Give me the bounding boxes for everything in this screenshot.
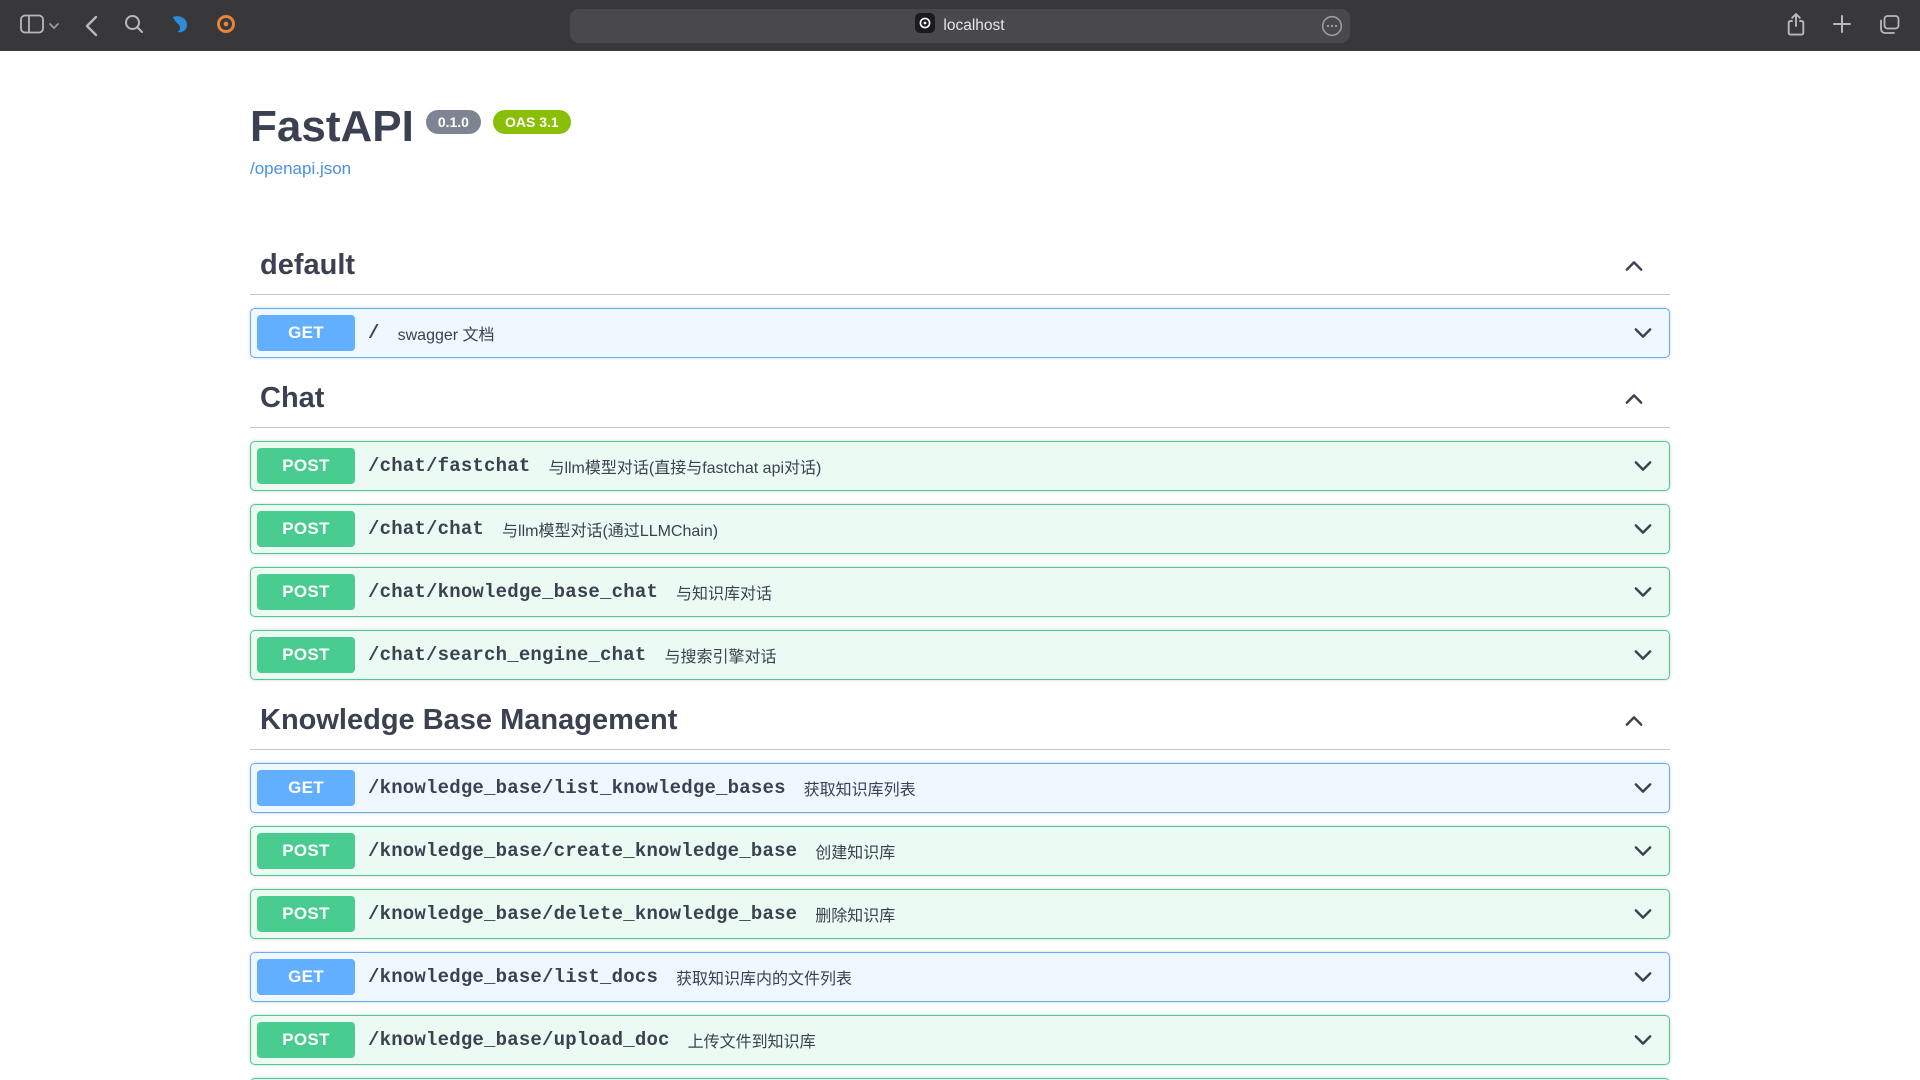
endpoint-description: 获取知识库列表 xyxy=(804,776,1631,800)
endpoint-description: swagger 文档 xyxy=(398,321,1631,345)
browser-toolbar: localhost xyxy=(0,0,1920,51)
endpoint-path: /knowledge_base/upload_doc xyxy=(368,1029,670,1051)
chevron-down-icon[interactable] xyxy=(1631,454,1655,478)
share-icon xyxy=(1786,12,1806,40)
http-method-badge: GET xyxy=(257,770,355,806)
endpoint-path: /chat/fastchat xyxy=(368,455,530,477)
page-title: FastAPI xyxy=(250,103,414,151)
search-icon xyxy=(124,14,144,37)
tag-section-knowledge-base: Knowledge Base Management GET /knowledge… xyxy=(250,694,1670,1080)
http-method-badge: POST xyxy=(257,448,355,484)
operation-row[interactable]: GET /knowledge_base/list_knowledge_bases… xyxy=(250,763,1670,813)
chevron-down-icon[interactable] xyxy=(1631,580,1655,604)
operation-row[interactable]: POST /knowledge_base/delete_knowledge_ba… xyxy=(250,889,1670,939)
endpoint-description: 与搜索引擎对话 xyxy=(664,643,1631,667)
http-method-badge: POST xyxy=(257,833,355,869)
chevron-down-icon[interactable] xyxy=(1631,839,1655,863)
plus-icon xyxy=(1832,14,1852,37)
chevron-down-icon[interactable] xyxy=(1631,902,1655,926)
share-button[interactable] xyxy=(1786,12,1806,40)
address-text: localhost xyxy=(943,17,1004,35)
api-info: FastAPI 0.1.0 OAS 3.1 /openapi.json xyxy=(250,103,1670,179)
operation-row[interactable]: POST /knowledge_base/create_knowledge_ba… xyxy=(250,826,1670,876)
http-method-badge: POST xyxy=(257,1022,355,1058)
tab-overview-button[interactable] xyxy=(1878,14,1900,38)
tag-section-chat: Chat POST /chat/fastchat 与llm模型对话(直接与fas… xyxy=(250,372,1670,680)
endpoint-path: /chat/chat xyxy=(368,518,484,540)
chevron-up-icon[interactable] xyxy=(1622,254,1646,278)
new-tab-button[interactable] xyxy=(1832,14,1852,37)
tag-header-default[interactable]: default xyxy=(250,239,1670,295)
chevron-down-icon[interactable] xyxy=(1631,965,1655,989)
extension-blue-icon xyxy=(170,14,190,37)
chevron-down-icon xyxy=(49,18,59,33)
endpoint-path: /chat/search_engine_chat xyxy=(368,644,646,666)
endpoint-description: 与llm模型对话(通过LLMChain) xyxy=(502,517,1631,541)
chevron-down-icon[interactable] xyxy=(1631,1028,1655,1052)
endpoint-path: / xyxy=(368,322,380,344)
http-method-badge: POST xyxy=(257,637,355,673)
extension-target-icon xyxy=(216,14,236,37)
http-method-badge: GET xyxy=(257,315,355,351)
chevron-up-icon[interactable] xyxy=(1622,709,1646,733)
sidebar-toggle-button[interactable] xyxy=(20,14,59,37)
chevron-down-icon[interactable] xyxy=(1631,517,1655,541)
endpoint-path: /knowledge_base/delete_knowledge_base xyxy=(368,903,797,925)
endpoint-description: 获取知识库内的文件列表 xyxy=(676,965,1631,989)
operation-row[interactable]: GET /knowledge_base/list_docs 获取知识库内的文件列… xyxy=(250,952,1670,1002)
chevron-down-icon[interactable] xyxy=(1631,643,1655,667)
endpoint-description: 与llm模型对话(直接与fastchat api对话) xyxy=(548,454,1631,478)
back-button[interactable] xyxy=(85,15,98,37)
http-method-badge: GET xyxy=(257,959,355,995)
chevron-up-icon[interactable] xyxy=(1622,387,1646,411)
endpoint-description: 删除知识库 xyxy=(815,902,1631,926)
operation-row[interactable]: POST /chat/fastchat 与llm模型对话(直接与fastchat… xyxy=(250,441,1670,491)
tag-header-knowledge-base[interactable]: Knowledge Base Management xyxy=(250,694,1670,750)
page-menu-icon[interactable] xyxy=(1321,15,1343,37)
endpoint-path: /knowledge_base/list_docs xyxy=(368,966,658,988)
oas-badge: OAS 3.1 xyxy=(493,110,571,134)
endpoint-description: 上传文件到知识库 xyxy=(688,1028,1631,1052)
http-method-badge: POST xyxy=(257,896,355,932)
tag-name: default xyxy=(260,249,355,282)
tag-section-default: default GET / swagger 文档 xyxy=(250,239,1670,358)
http-method-badge: POST xyxy=(257,574,355,610)
endpoint-path: /knowledge_base/create_knowledge_base xyxy=(368,840,797,862)
http-method-badge: POST xyxy=(257,511,355,547)
swagger-page: FastAPI 0.1.0 OAS 3.1 /openapi.json defa… xyxy=(0,51,1920,1080)
operation-row[interactable]: POST /chat/search_engine_chat 与搜索引擎对话 xyxy=(250,630,1670,680)
extension-blue-button[interactable] xyxy=(170,14,190,37)
tag-header-chat[interactable]: Chat xyxy=(250,372,1670,428)
openapi-spec-link[interactable]: /openapi.json xyxy=(250,159,351,179)
site-favicon xyxy=(915,13,935,38)
endpoint-path: /chat/knowledge_base_chat xyxy=(368,581,658,603)
endpoint-description: 创建知识库 xyxy=(815,839,1631,863)
chevron-down-icon[interactable] xyxy=(1631,321,1655,345)
search-button[interactable] xyxy=(124,14,144,37)
version-badge: 0.1.0 xyxy=(426,110,481,134)
extension-target-button[interactable] xyxy=(216,14,236,37)
address-bar[interactable]: localhost xyxy=(570,9,1350,43)
tag-name: Knowledge Base Management xyxy=(260,704,677,737)
operation-row[interactable]: POST /knowledge_base/upload_doc 上传文件到知识库 xyxy=(250,1015,1670,1065)
tab-overview-icon xyxy=(1878,14,1900,38)
tag-name: Chat xyxy=(260,382,324,415)
sidebar-icon xyxy=(20,14,44,37)
endpoint-path: /knowledge_base/list_knowledge_bases xyxy=(368,777,786,799)
operation-row[interactable]: POST /chat/chat 与llm模型对话(通过LLMChain) xyxy=(250,504,1670,554)
chevron-down-icon[interactable] xyxy=(1631,776,1655,800)
endpoint-description: 与知识库对话 xyxy=(676,580,1631,604)
operation-row[interactable]: GET / swagger 文档 xyxy=(250,308,1670,358)
operation-row[interactable]: POST /chat/knowledge_base_chat 与知识库对话 xyxy=(250,567,1670,617)
